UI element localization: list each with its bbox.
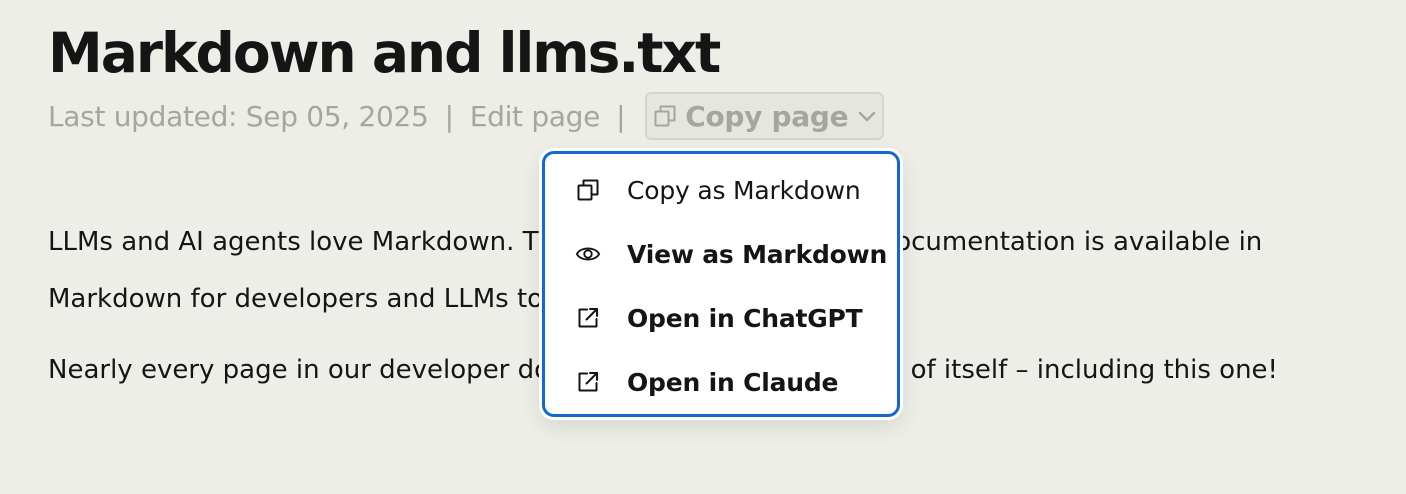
menu-item-view-as-markdown[interactable]: View as Markdown [545,222,897,286]
menu-item-label: Open in ChatGPT [627,303,863,333]
external-link-icon [575,305,601,331]
meta-separator: | [616,99,626,133]
menu-item-open-in-chatgpt[interactable]: Open in ChatGPT [545,286,897,350]
menu-item-copy-as-markdown[interactable]: Copy as Markdown [545,158,897,222]
page-meta: Last updated: Sep 05, 2025 | Edit page |… [48,90,885,142]
external-link-icon [575,369,601,395]
menu-item-label: Open in Claude [627,367,839,397]
menu-item-label: View as Markdown [627,239,888,269]
copy-icon [653,104,677,128]
last-updated: Last updated: Sep 05, 2025 [48,99,429,133]
edit-page-link[interactable]: Edit page [470,100,601,133]
copy-page-dropdown: Copy as Markdown View as Markdown Open i… [542,151,900,417]
meta-separator: | [444,99,454,133]
copy-page-button[interactable]: Copy page [645,92,885,140]
page-title: Markdown and llms.txt [48,21,721,85]
eye-icon [575,241,601,267]
menu-item-open-in-claude[interactable]: Open in Claude [545,350,897,414]
copy-icon [575,177,601,203]
chevron-down-icon [856,105,878,127]
menu-item-label: Copy as Markdown [627,175,861,205]
copy-page-label: Copy page [685,99,849,133]
